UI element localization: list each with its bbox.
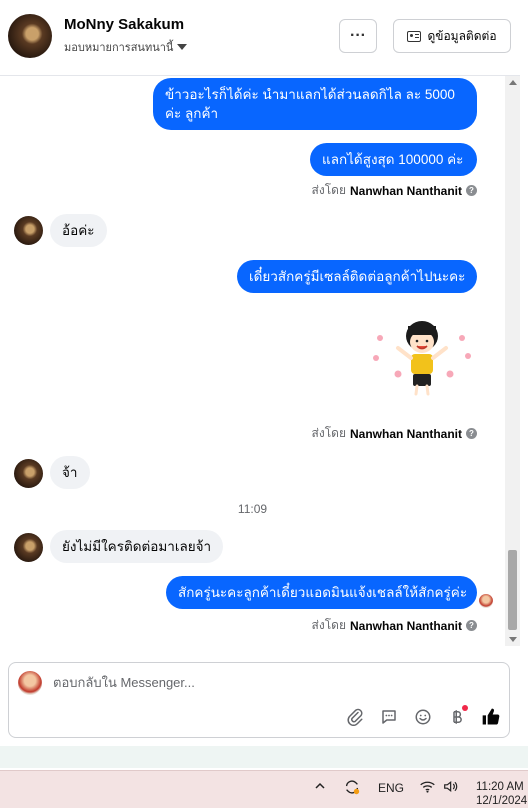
notification-dot (462, 705, 468, 711)
clock-time: 11:20 AM (476, 781, 524, 793)
chat-bubble-icon[interactable] (379, 707, 399, 727)
system-taskbar: ENG 11:20 AM 12/1/2024 (0, 770, 528, 808)
incoming-message[interactable]: อ้อค่ะ (50, 214, 107, 247)
baht-icon[interactable] (447, 705, 468, 727)
contact-card-icon (407, 30, 422, 42)
conversation-header: MoNny Sakakum มอบหมายการสนทนานี้ ··· ดูข… (0, 0, 520, 76)
sender-name: Nanwhan Nanthanit (349, 426, 462, 441)
more-options-button[interactable]: ··· (339, 19, 377, 53)
outgoing-message[interactable]: แลกได้สูงสุด 100000 ค่ะ (310, 143, 477, 176)
scroll-thumb[interactable] (508, 550, 517, 630)
help-icon[interactable]: ? (466, 620, 477, 631)
page: MoNny Sakakum มอบหมายการสนทนานี้ ··· ดูข… (0, 0, 528, 808)
scroll-up-arrow-icon[interactable] (509, 80, 517, 85)
window-bottom-strip (0, 746, 528, 768)
sync-icon[interactable] (343, 778, 361, 799)
caret-down-icon (177, 44, 188, 50)
contact-name[interactable]: MoNny Sakakum (64, 16, 184, 33)
sticker-image[interactable] (370, 316, 474, 400)
contact-avatar-small[interactable] (14, 459, 43, 488)
outgoing-message[interactable]: สักครู่นะคะลูกค้าเดี๋ยวแอดมินแจ้งเชลล์ให… (166, 576, 477, 609)
view-contact-button[interactable]: ดูข้อมูลติดต่อ (393, 19, 511, 53)
contact-avatar-small[interactable] (14, 533, 43, 562)
paperclip-icon[interactable] (345, 707, 365, 727)
scroll-down-arrow-icon[interactable] (509, 637, 517, 642)
sent-by-label: ส่งโดย Nanwhan Nanthanit ? (312, 616, 477, 635)
reply-input[interactable] (53, 675, 473, 690)
sent-by-label: ส่งโดย Nanwhan Nanthanit ? (312, 181, 477, 200)
thread-scrollbar[interactable] (505, 76, 520, 646)
wifi-icon[interactable] (419, 779, 436, 797)
clock-date: 12/1/2024 (476, 795, 528, 807)
composer-toolbar (345, 705, 501, 727)
outgoing-message[interactable]: เดี๋ยวสักครู่มีเซลล์ติดต่อลูกค้าไปนะคะ (237, 260, 477, 293)
outgoing-message[interactable]: ข้าวอะไรก็ได้ค่ะ นำมาแลกได้ส่วนลดกิไล ละ… (153, 78, 477, 130)
user-avatar (18, 671, 42, 695)
sent-by-prefix: ส่งโดย (311, 618, 346, 632)
sender-name: Nanwhan Nanthanit (349, 618, 462, 633)
volume-icon[interactable] (443, 779, 460, 797)
view-contact-label: ดูข้อมูลติดต่อ (427, 28, 497, 43)
assign-label: มอบหมายการสนทนานี้ (64, 42, 174, 54)
assign-conversation-dropdown[interactable]: มอบหมายการสนทนานี้ (64, 38, 188, 56)
incoming-message[interactable]: จ้า (50, 456, 90, 489)
sent-by-prefix: ส่งโดย (311, 183, 346, 197)
chevron-up-icon[interactable] (314, 780, 326, 795)
help-icon[interactable]: ? (466, 428, 477, 439)
smiley-icon[interactable] (413, 707, 433, 727)
language-indicator[interactable]: ENG (378, 781, 404, 795)
contact-avatar-small[interactable] (14, 216, 43, 245)
incoming-message[interactable]: ยังไม่มีใครติดต่อมาเลยจ้า (50, 530, 224, 563)
sender-name: Nanwhan Nanthanit (349, 183, 462, 198)
sent-by-label: ส่งโดย Nanwhan Nanthanit ? (312, 424, 477, 443)
message-thread: ข้าวอะไรก็ได้ค่ะ นำมาแลกได้ส่วนลดกิไล ละ… (0, 76, 505, 646)
thumbs-up-icon[interactable] (481, 707, 501, 727)
help-icon[interactable]: ? (466, 185, 477, 196)
time-divider: 11:09 (237, 502, 268, 516)
sent-by-prefix: ส่งโดย (311, 426, 346, 440)
reply-composer (8, 662, 510, 738)
system-clock[interactable]: 11:20 AM 12/1/2024 (476, 780, 527, 808)
contact-avatar[interactable] (8, 14, 52, 58)
seen-indicator-avatar (479, 594, 493, 608)
